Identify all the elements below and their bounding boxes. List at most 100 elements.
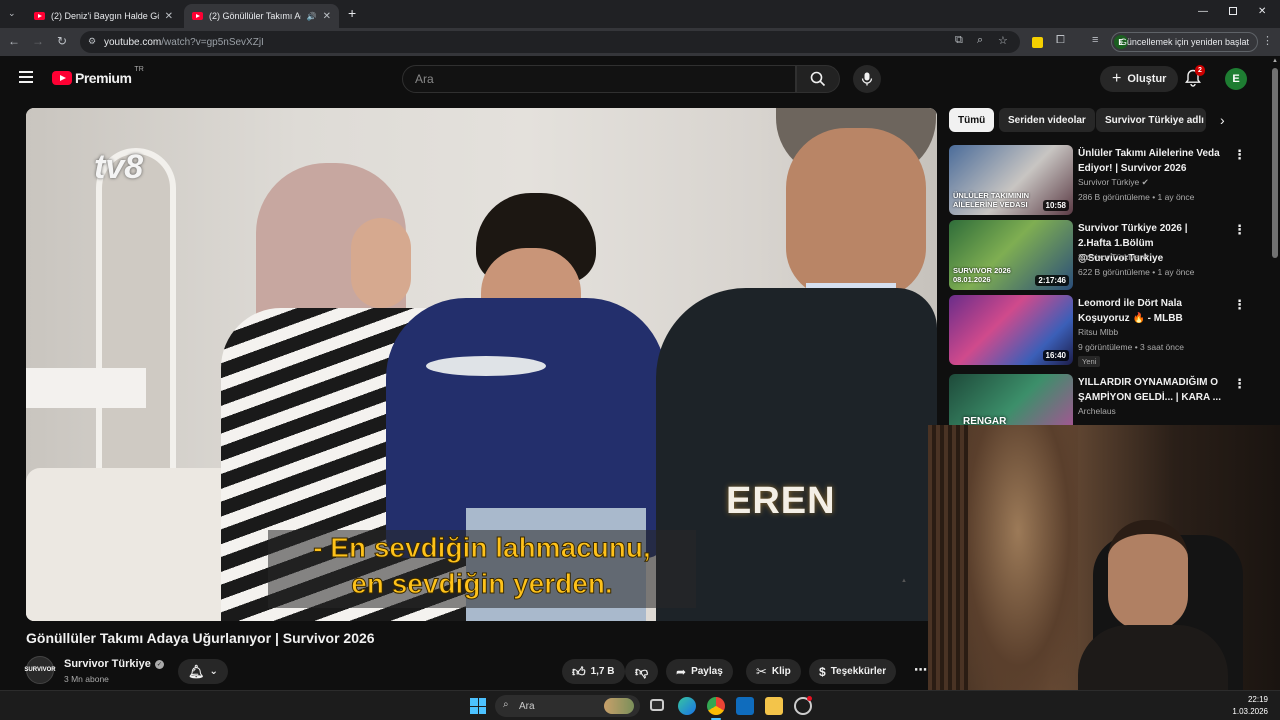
video-thumbnail[interactable]: ÜNLÜLER TAKIMININ AİLELERİNE VEDASI 10:5…: [949, 145, 1073, 215]
extensions-puzzle-icon[interactable]: ⧠: [1056, 34, 1065, 47]
close-tab-icon[interactable]: ✕: [165, 11, 173, 22]
rec-title[interactable]: Ünlüler Takımı Ailelerine Veda Ediyor! |…: [1078, 146, 1223, 176]
maximize-icon[interactable]: [1229, 7, 1237, 15]
chip-all[interactable]: Tümü: [949, 108, 995, 132]
video-person-older-man-face: [786, 128, 926, 298]
search-button[interactable]: [796, 65, 840, 93]
mail-app-icon[interactable]: [736, 697, 754, 715]
chip-channel[interactable]: Survivor Türkiye adlı y: [1096, 108, 1206, 132]
speaker-icon[interactable]: 🔊: [307, 12, 317, 21]
thumbs-down-icon: 👎︎: [635, 663, 649, 679]
chips-next-chevron-icon[interactable]: ›: [1220, 112, 1225, 128]
video-person-older-man-sweater: [656, 288, 937, 621]
caption-line-1: - En sevdiğin lahmacunu,: [313, 532, 652, 564]
close-window-icon[interactable]: ✕: [1258, 6, 1266, 17]
menu-hamburger-icon[interactable]: [19, 71, 33, 83]
youtube-favicon-icon: [192, 12, 203, 20]
rec-channel[interactable]: Ritsu Mlbb: [1078, 327, 1118, 337]
video-scene-table: [26, 368, 146, 408]
browser-tab-2[interactable]: (2) Gönüllüler Takımı Adaya 🔊 ✕: [184, 4, 339, 28]
url-path: /watch?v=gp5nSevXZjI: [161, 36, 264, 48]
rec-meta: 622 B görüntüleme • 1 ay önce: [1078, 267, 1195, 277]
browser-tab-1[interactable]: (2) Deniz'i Baygın Halde Görün ✕: [26, 4, 181, 28]
scroll-up-arrow-icon[interactable]: ▲: [1272, 58, 1278, 64]
tab-search-chevron-icon[interactable]: ⌄: [8, 8, 16, 19]
update-label: Güncellemek için yeniden başlat: [1119, 37, 1249, 47]
verified-check-icon: ✔: [1141, 252, 1149, 262]
create-button[interactable]: + Oluştur: [1100, 66, 1179, 92]
recommendation-item[interactable]: SURVIVOR 2026 08.01.2026 2:17:46 Survivo…: [949, 220, 1249, 290]
account-avatar[interactable]: E: [1225, 68, 1247, 90]
chevron-down-icon: ⌄: [209, 666, 218, 677]
youtube-header: Premium TR Ara + Oluştur 2 E: [0, 56, 1270, 102]
forward-icon[interactable]: →: [30, 34, 46, 48]
subscribed-bell-button[interactable]: 🔔︎ ⌄: [178, 659, 228, 684]
logo-region: TR: [134, 66, 144, 73]
like-button[interactable]: 👍︎ 1,7 B: [562, 659, 625, 684]
chrome-browser-icon[interactable]: [707, 697, 725, 715]
video-thumbnail[interactable]: SURVIVOR 2026 08.01.2026 2:17:46: [949, 220, 1073, 290]
voice-search-button[interactable]: [853, 65, 881, 93]
more-options-icon[interactable]: ⋮: [1233, 147, 1246, 163]
windows-start-icon[interactable]: [470, 698, 486, 714]
new-tab-button[interactable]: +: [348, 5, 356, 21]
more-actions-icon[interactable]: ⋯: [914, 662, 927, 678]
address-bar[interactable]: ⚙ youtube.com/watch?v=gp5nSevXZjI: [80, 31, 1020, 53]
task-view-icon[interactable]: [650, 699, 664, 711]
survivor-corner-logo: ▲: [901, 578, 907, 584]
thanks-button[interactable]: $ Teşekkürler: [809, 659, 897, 684]
back-icon[interactable]: ←: [6, 34, 22, 48]
system-clock[interactable]: 22:19 1.03.2026: [1232, 694, 1268, 718]
new-badge: Yeni: [1078, 356, 1101, 367]
youtube-logo[interactable]: Premium TR: [52, 66, 144, 86]
install-app-icon[interactable]: ⧉: [955, 34, 963, 47]
subscriber-count: 3 Mn abone: [64, 674, 109, 684]
clip-button[interactable]: ✂ Klip: [746, 659, 801, 684]
notifications-button[interactable]: 2: [1185, 65, 1205, 87]
recommendation-item[interactable]: ÜNLÜLER TAKIMININ AİLELERİNE VEDASI 10:5…: [949, 145, 1249, 215]
share-button[interactable]: ➦ Paylaş: [666, 659, 733, 684]
update-button[interactable]: Güncellemek için yeniden başlat: [1110, 32, 1258, 52]
dislike-button[interactable]: 👎︎: [625, 659, 659, 684]
logo-text: Premium: [75, 70, 132, 86]
video-title: Gönüllüler Takımı Adaya Uğurlanıyor | Su…: [26, 630, 375, 646]
chip-series-videos[interactable]: Seriden videolar: [999, 108, 1095, 132]
search-input[interactable]: Ara: [402, 65, 796, 93]
more-options-icon[interactable]: ⋮: [1233, 376, 1246, 392]
video-thumbnail[interactable]: 16:40: [949, 295, 1073, 365]
rec-channel[interactable]: Archelaus: [1078, 406, 1116, 416]
taskbar-search[interactable]: ⌕ Ara: [495, 695, 640, 717]
notification-count-badge: 2: [1195, 65, 1205, 76]
subtitle-caption: - En sevdiğin lahmacunu, en sevdiğin yer…: [268, 530, 696, 608]
zoom-icon[interactable]: ⌕: [977, 34, 983, 47]
reload-icon[interactable]: ↻: [54, 34, 70, 48]
search-highlight-image: [604, 698, 634, 714]
browser-menu-icon[interactable]: ⋮: [1262, 34, 1273, 47]
rec-meta: 286 B görüntüleme • 1 ay önce: [1078, 192, 1195, 202]
more-options-icon[interactable]: ⋮: [1233, 222, 1246, 238]
media-control-icon[interactable]: ≡: [1092, 34, 1098, 46]
bookmark-star-icon[interactable]: ☆: [998, 34, 1008, 47]
recommendation-item[interactable]: 16:40 Leomord ile Dört Nala Koşuyoruz 🔥 …: [949, 295, 1249, 367]
minimize-icon[interactable]: —: [1198, 6, 1208, 17]
rec-channel-name: Survivor Türkiye: [1078, 177, 1140, 187]
rec-title[interactable]: Leomord ile Dört Nala Koşuyoruz 🔥 - MLBB: [1078, 296, 1223, 326]
windows-taskbar: ⌕ Ara 22:19 1.03.2026: [0, 690, 1280, 720]
webcam-slat-panel: [928, 425, 968, 690]
search-icon: [810, 71, 826, 87]
thumbnail-caption: ÜNLÜLER TAKIMININ AİLELERİNE VEDASI: [953, 191, 1030, 209]
close-tab-icon[interactable]: ✕: [323, 11, 331, 22]
file-explorer-icon[interactable]: [765, 697, 783, 715]
channel-name[interactable]: Survivor Türkiye ✓: [64, 658, 164, 670]
edge-browser-icon[interactable]: [678, 697, 696, 715]
rec-title[interactable]: YILLARDIR OYNAMADIĞIM O ŞAMPİYON GELDİ..…: [1078, 375, 1223, 405]
more-options-icon[interactable]: ⋮: [1233, 297, 1246, 313]
extension-yellow-icon[interactable]: [1032, 37, 1043, 48]
rec-channel[interactable]: Survivor Türkiye ✔: [1078, 252, 1149, 263]
site-info-icon[interactable]: ⚙: [88, 36, 96, 47]
channel-avatar[interactable]: SURVIVOR: [24, 656, 56, 684]
rec-channel[interactable]: Survivor Türkiye ✔: [1078, 177, 1149, 188]
scissors-icon: ✂: [756, 663, 767, 679]
microphone-icon: [861, 72, 873, 86]
scrollbar-thumb[interactable]: [1272, 68, 1278, 258]
